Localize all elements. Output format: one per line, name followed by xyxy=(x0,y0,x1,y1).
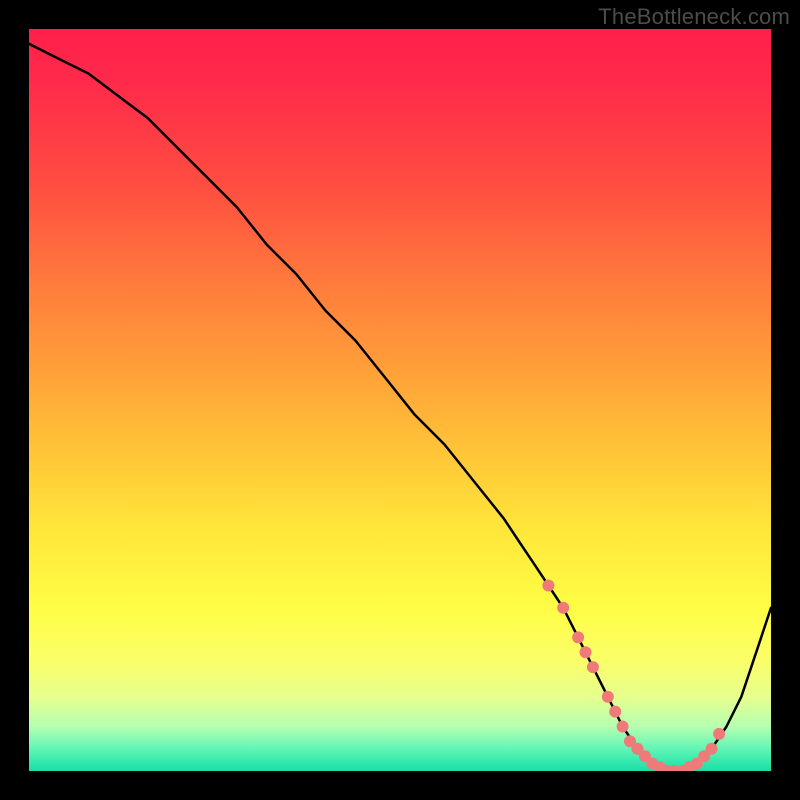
marker-point xyxy=(542,580,554,592)
bottleneck-curve xyxy=(29,44,771,771)
marker-point xyxy=(602,691,614,703)
marker-point xyxy=(572,631,584,643)
marker-point xyxy=(580,646,592,658)
marker-point xyxy=(713,728,725,740)
watermark-text: TheBottleneck.com xyxy=(598,4,790,30)
marker-point xyxy=(706,743,718,755)
marker-point xyxy=(609,706,621,718)
chart-overlay xyxy=(29,29,771,771)
chart-frame: TheBottleneck.com xyxy=(0,0,800,800)
highlight-markers xyxy=(542,580,725,772)
marker-point xyxy=(587,661,599,673)
marker-point xyxy=(617,721,629,733)
plot-area xyxy=(29,29,771,771)
marker-point xyxy=(557,602,569,614)
